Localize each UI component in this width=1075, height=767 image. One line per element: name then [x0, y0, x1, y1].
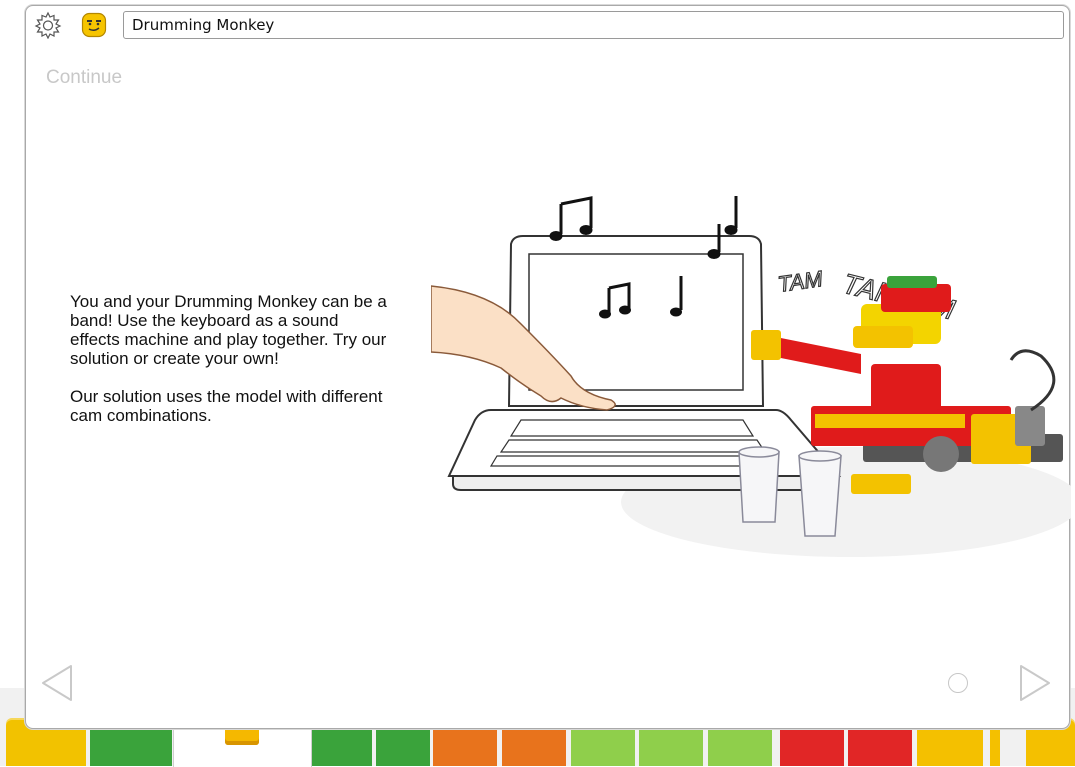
page-indicator-dot[interactable]	[948, 673, 968, 693]
face-icon[interactable]	[81, 12, 107, 38]
continue-label: Continue	[46, 67, 123, 88]
activity-card: Drumming Monkey Continue You and your Dr…	[25, 5, 1071, 729]
description-paragraph: You and your Drumming Monkey can be a ba…	[70, 292, 387, 368]
project-title-field[interactable]: Drumming Monkey	[123, 11, 1064, 39]
drumming-monkey-illustration: TAMTAM TAM	[431, 196, 1071, 557]
left-triangle-icon[interactable]	[39, 663, 75, 703]
title-bar: Drumming Monkey	[26, 6, 1069, 44]
gear-icon[interactable]	[34, 11, 62, 39]
sound-word-tam: TAM	[776, 266, 825, 297]
activity-description: You and your Drumming Monkey can be a ba…	[70, 292, 390, 444]
right-triangle-icon[interactable]	[1017, 663, 1053, 703]
description-paragraph: Our solution uses the model with differe…	[70, 387, 383, 425]
